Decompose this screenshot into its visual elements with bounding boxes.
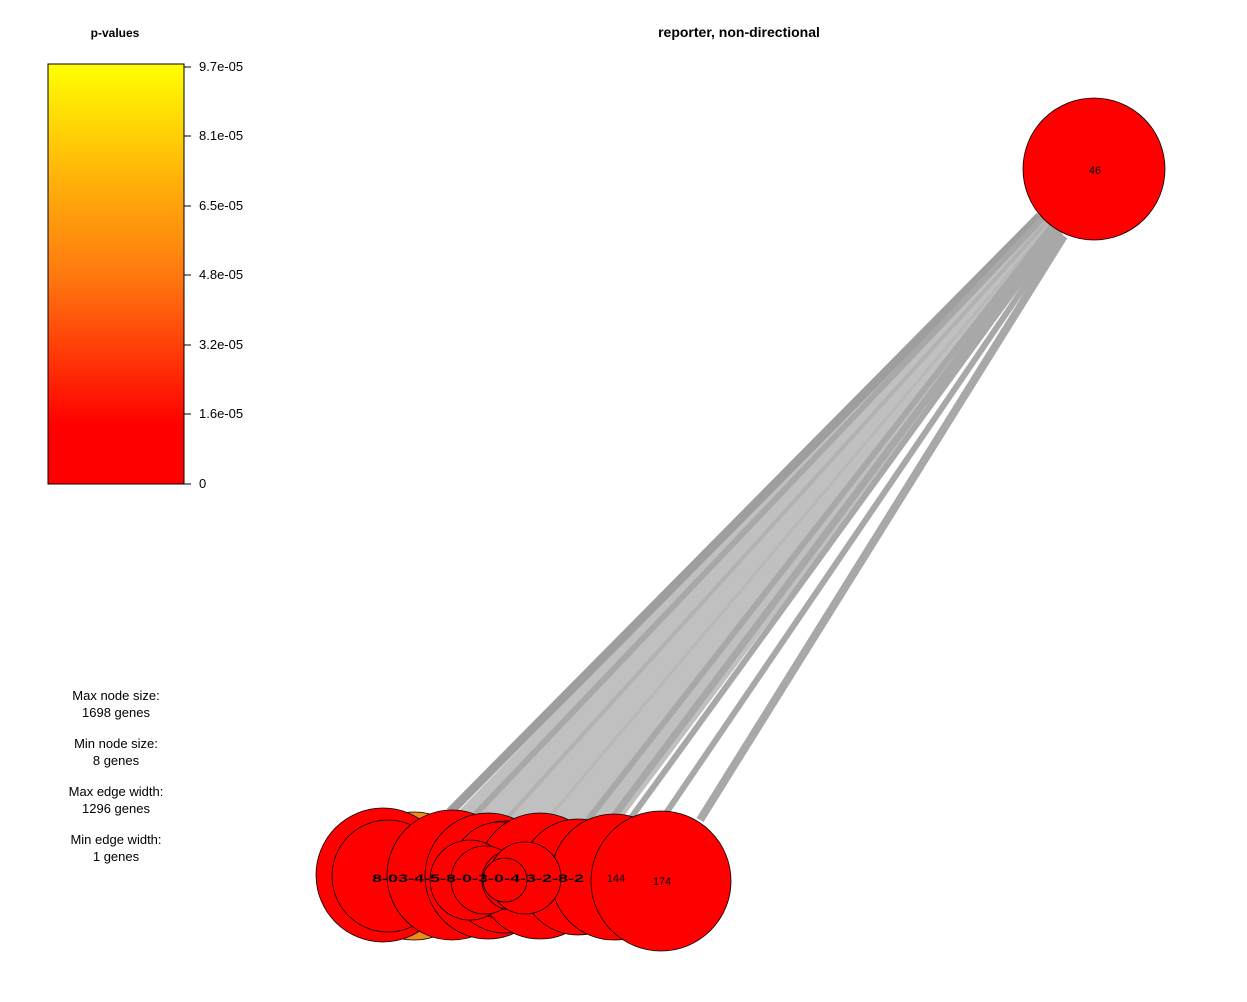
min-node-size-label: Min node size: [74, 736, 158, 751]
max-edge-width-label: Max edge width: [69, 784, 164, 799]
plot-title: reporter, non-directional [658, 24, 820, 40]
colorbar-tick-label: 3.2e-05 [199, 337, 243, 352]
min-edge-width-label: Min edge width: [70, 832, 161, 847]
edge [657, 231, 1064, 824]
edge [498, 220, 1049, 828]
node-label-144: 144 [607, 873, 625, 885]
network-diagram: reporter, non-directional p-values 9.7e-… [47, 24, 1166, 952]
max-edge-width-value: 1296 genes [82, 801, 150, 816]
min-node-size-value: 8 genes [93, 753, 140, 768]
node-label-174: 174 [653, 876, 671, 888]
node-label-46: 46 [1089, 165, 1101, 177]
colorbar-tick-label: 1.6e-05 [199, 406, 243, 421]
max-node-size-value: 1698 genes [82, 705, 150, 720]
size-legend: Max node size: 1698 genes Min node size:… [69, 688, 164, 864]
edges [440, 212, 1068, 832]
edge [622, 228, 1061, 828]
edge [602, 225, 1058, 831]
edge [446, 212, 1044, 816]
colorbar-tick-label: 0 [199, 476, 206, 491]
colorbar-legend: p-values 9.7e-05 8.1e-05 6.5e-05 4.8e-05… [47, 26, 243, 491]
colorbar-tick-label: 4.8e-05 [199, 267, 243, 282]
edge [538, 224, 1052, 829]
colorbar-title: p-values [91, 26, 140, 40]
colorbar-tick-label: 9.7e-05 [199, 59, 243, 74]
colorbar-ticks: 9.7e-05 8.1e-05 6.5e-05 4.8e-05 3.2e-05 … [184, 59, 243, 491]
colorbar-tick-label: 8.1e-05 [199, 128, 243, 143]
node-label-cluster: 8-03-4-5-8-0-3-0-4-3-2-8-2 [372, 873, 584, 885]
colorbar-tick-label: 6.5e-05 [199, 198, 243, 213]
min-edge-width-value: 1 genes [93, 849, 140, 864]
edge [577, 224, 1055, 832]
max-node-size-label: Max node size: [72, 688, 159, 703]
colorbar-gradient [47, 63, 185, 485]
